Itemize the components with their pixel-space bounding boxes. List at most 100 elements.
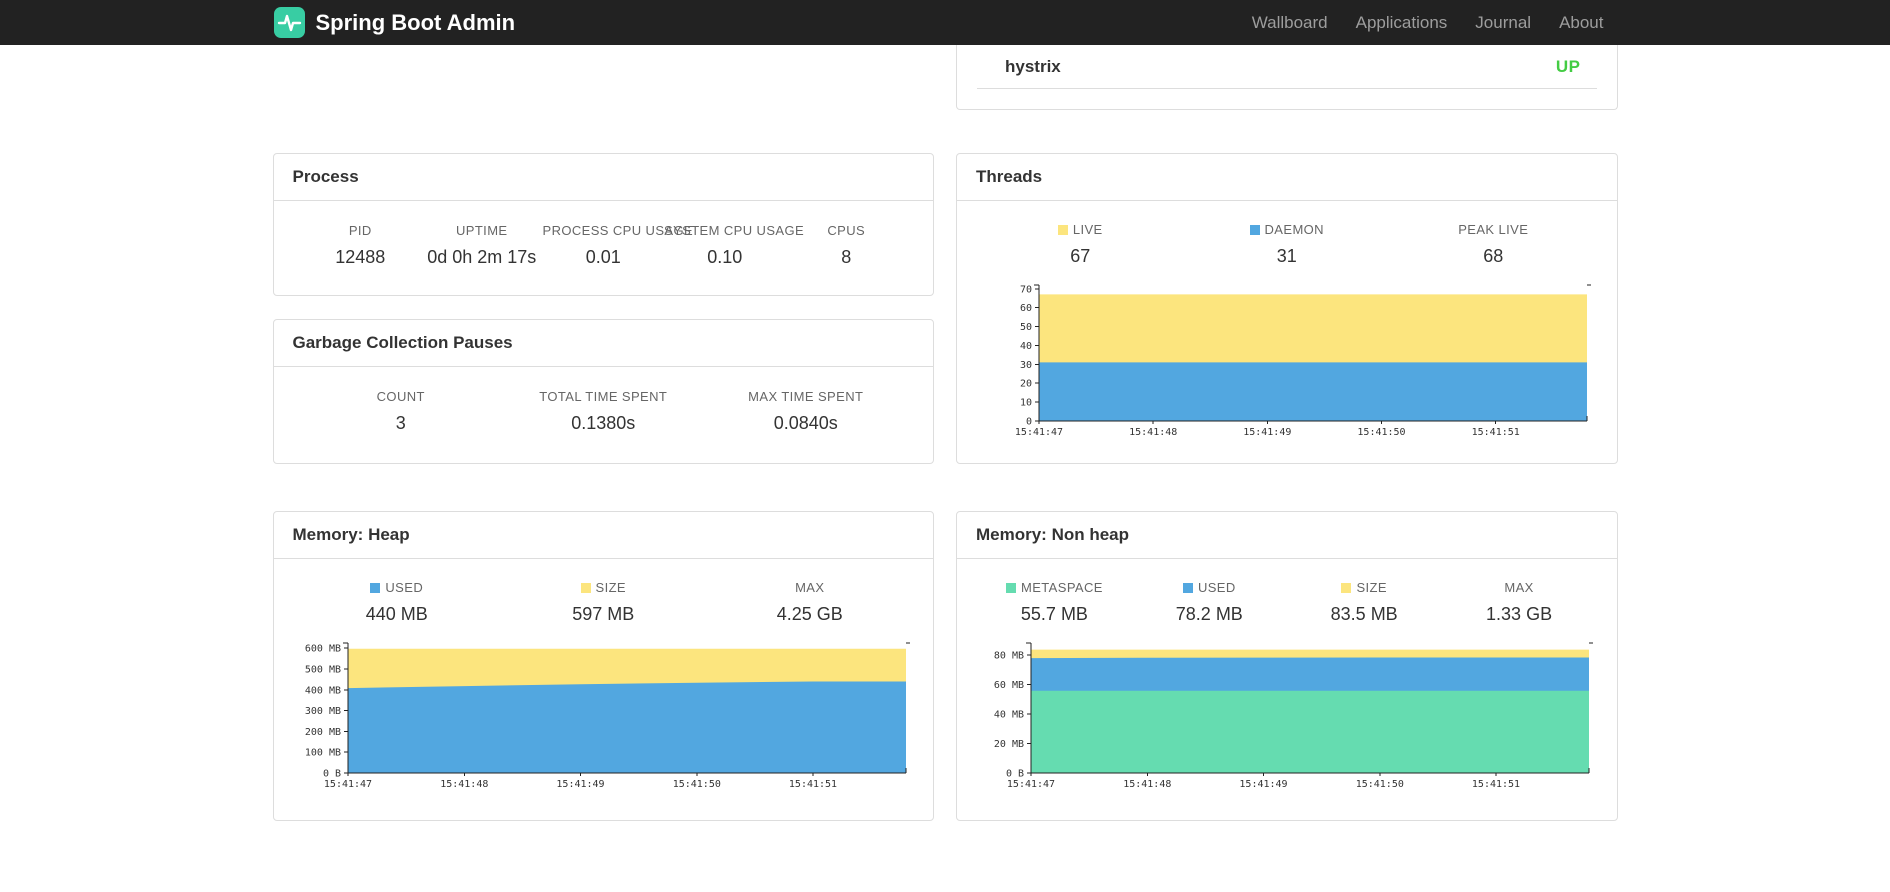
svg-text:10: 10: [1020, 398, 1032, 409]
legend-heap-max: MAX 4.25 GB: [707, 580, 914, 625]
brand-link[interactable]: Spring Boot Admin: [273, 6, 516, 39]
nav-link-about[interactable]: About: [1545, 0, 1617, 45]
svg-text:15:41:48: 15:41:48: [1123, 779, 1171, 789]
svg-text:500 MB: 500 MB: [304, 665, 340, 676]
svg-text:80 MB: 80 MB: [994, 650, 1024, 661]
nav-link-journal[interactable]: Journal: [1461, 0, 1545, 45]
stat-pid: PID 12488: [300, 223, 422, 268]
process-stats: PID 12488 UPTIME 0d 0h 2m 17s PROCESS CP…: [274, 201, 934, 268]
mem-left-col: Memory: Heap USED 440 MB SIZE 597 MB MAX…: [272, 511, 934, 821]
heap-size-legend-swatch: [580, 583, 591, 593]
svg-text:15:41:51: 15:41:51: [788, 779, 836, 789]
navbar-inner: Spring Boot Admin Wallboard Applications…: [273, 0, 1618, 45]
row-memory: Memory: Heap USED 440 MB SIZE 597 MB MAX…: [272, 511, 1618, 821]
stat-label: MAX TIME SPENT: [748, 389, 864, 404]
applications-panel-cut: hystrix UP: [956, 45, 1618, 110]
stat-value: 3: [395, 413, 406, 433]
left-col: Process PID 12488 UPTIME 0d 0h 2m 17s PR…: [272, 153, 934, 464]
legend-nonheap-max: MAX 1.33 GB: [1442, 580, 1597, 625]
brand-title: Spring Boot Admin: [315, 9, 516, 35]
stat-value: 78.2 MB: [1175, 604, 1243, 624]
legend-label: SIZE: [1356, 580, 1387, 595]
memory-nonheap-panel-title: Memory: Non heap: [957, 512, 1617, 559]
stat-uptime: UPTIME 0d 0h 2m 17s: [421, 223, 543, 268]
svg-text:15:41:49: 15:41:49: [1243, 427, 1291, 437]
stat-value: 12488: [335, 247, 386, 267]
stat-value: 0.10: [707, 247, 743, 267]
application-name: hystrix: [1005, 57, 1061, 76]
legend-live: LIVE 67: [977, 222, 1184, 267]
daemon-legend-swatch: [1249, 225, 1260, 235]
nonheap-legend: METASPACE 55.7 MB USED 78.2 MB SIZE 83.5…: [957, 559, 1617, 625]
svg-text:15:41:47: 15:41:47: [323, 779, 371, 789]
legend-metaspace: METASPACE 55.7 MB: [977, 580, 1132, 625]
spring-boot-admin-logo-icon: [273, 6, 306, 39]
nav-link-wallboard[interactable]: Wallboard: [1238, 0, 1342, 45]
nonheap-size-legend-swatch: [1341, 583, 1352, 593]
legend-nonheap-size: SIZE 83.5 MB: [1287, 580, 1442, 625]
stat-value: 31: [1276, 246, 1297, 266]
svg-text:0: 0: [1026, 417, 1032, 428]
svg-text:400 MB: 400 MB: [304, 685, 340, 696]
svg-text:15:41:50: 15:41:50: [672, 779, 720, 789]
stat-label: PEAK LIVE: [1458, 222, 1529, 237]
stat-label: SYSTEM CPU USAGE: [664, 223, 805, 238]
svg-text:20: 20: [1020, 379, 1032, 390]
svg-text:15:41:50: 15:41:50: [1357, 427, 1405, 437]
threads-panel: Threads LIVE 67 DAEMON 31 PEAK LIVE 68 0…: [956, 153, 1618, 464]
stat-label: PID: [348, 223, 372, 238]
nonheap-used-legend-swatch: [1182, 583, 1193, 593]
stat-label: DAEMON: [1184, 222, 1391, 237]
svg-text:100 MB: 100 MB: [304, 748, 340, 759]
process-panel-title: Process: [273, 154, 933, 201]
gc-stats: COUNT 3 TOTAL TIME SPENT 0.1380s MAX TIM…: [274, 367, 934, 434]
svg-text:0 B: 0 B: [1006, 769, 1024, 780]
application-row-hystrix[interactable]: hystrix UP: [977, 45, 1597, 89]
stat-value: 1.33 GB: [1486, 604, 1553, 624]
stat-label: SIZE: [500, 580, 707, 595]
legend-label: USED: [1197, 580, 1236, 595]
legend-peak-live: PEAK LIVE 68: [1390, 222, 1597, 267]
svg-text:15:41:48: 15:41:48: [1129, 427, 1177, 437]
memory-heap-panel-title: Memory: Heap: [273, 512, 933, 559]
svg-text:50: 50: [1020, 322, 1032, 333]
stat-label: CPUS: [827, 223, 866, 238]
stat-label: TOTAL TIME SPENT: [539, 389, 668, 404]
nav-links: Wallboard Applications Journal About: [1238, 0, 1618, 45]
nav-link-applications[interactable]: Applications: [1342, 0, 1462, 45]
stat-label: MAX: [795, 580, 825, 595]
stat-value: 83.5 MB: [1330, 604, 1398, 624]
stat-label: PROCESS CPU USAGE: [542, 223, 694, 238]
stat-label: MAX: [1504, 580, 1534, 595]
svg-text:0 B: 0 B: [322, 769, 340, 780]
svg-text:60: 60: [1020, 303, 1032, 314]
stat-value: 597 MB: [572, 604, 635, 624]
gc-panel-title: Garbage Collection Pauses: [273, 320, 933, 367]
threads-legend: LIVE 67 DAEMON 31 PEAK LIVE 68: [957, 201, 1617, 267]
svg-text:300 MB: 300 MB: [304, 706, 340, 717]
stat-cpus: CPUS 8: [786, 223, 908, 268]
gc-panel: Garbage Collection Pauses COUNT 3 TOTAL …: [272, 319, 934, 464]
svg-text:15:41:48: 15:41:48: [440, 779, 488, 789]
row-main: Process PID 12488 UPTIME 0d 0h 2m 17s PR…: [272, 153, 1618, 464]
stat-label: LIVE: [977, 222, 1184, 237]
legend-label: SIZE: [595, 580, 626, 595]
svg-text:200 MB: 200 MB: [304, 727, 340, 738]
top-left-spacer: [273, 45, 935, 110]
stat-label: METASPACE: [977, 580, 1132, 595]
legend-daemon: DAEMON 31: [1184, 222, 1391, 267]
svg-text:60 MB: 60 MB: [994, 680, 1024, 691]
svg-text:600 MB: 600 MB: [304, 644, 340, 655]
stat-label: UPTIME: [455, 223, 508, 238]
stat-label: COUNT: [376, 389, 425, 404]
row-top: hystrix UP: [273, 45, 1618, 110]
stat-value: 68: [1483, 246, 1504, 266]
right-col: Threads LIVE 67 DAEMON 31 PEAK LIVE 68 0…: [956, 153, 1618, 464]
stat-value: 0.0840s: [773, 413, 838, 433]
stat-system-cpu-usage: SYSTEM CPU USAGE 0.10: [664, 223, 805, 268]
threads-chart: 0 10 20 30 40 50 60 70 15:41:47 15:41:48 15:41:49 1…: [985, 279, 1592, 438]
svg-text:15:41:47: 15:41:47: [1007, 779, 1055, 789]
svg-text:15:41:51: 15:41:51: [1472, 427, 1520, 437]
stat-value: 0.1380s: [571, 413, 636, 433]
svg-text:15:41:51: 15:41:51: [1472, 779, 1520, 789]
